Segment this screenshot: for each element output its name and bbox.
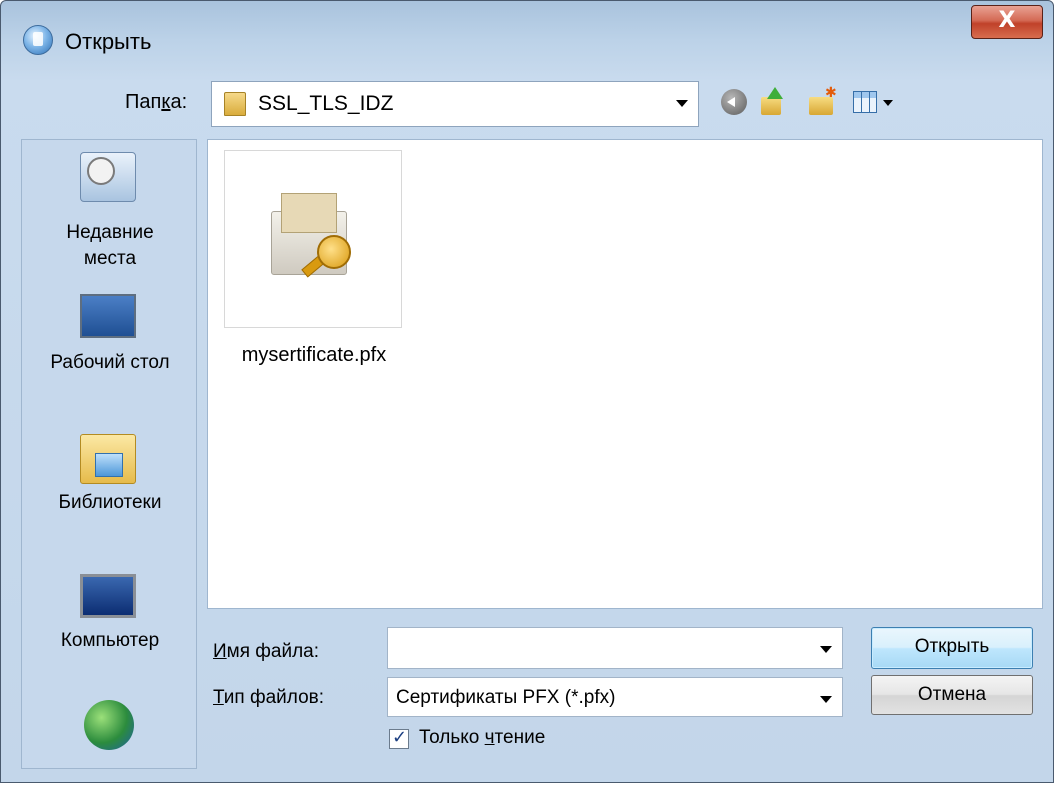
place-label: Рабочий стол: [50, 352, 170, 373]
recent-places-icon: [80, 152, 136, 202]
libraries-icon: [80, 434, 136, 484]
network-icon: [84, 700, 134, 750]
readonly-checkbox[interactable]: [389, 727, 409, 749]
chevron-down-icon[interactable]: [820, 696, 832, 703]
place-label: Библиотеки: [58, 492, 162, 513]
cancel-button[interactable]: Отмена: [871, 675, 1033, 715]
filename-input[interactable]: [387, 627, 843, 669]
chevron-down-icon[interactable]: [820, 646, 832, 653]
back-icon[interactable]: [721, 89, 747, 115]
dialog-app-icon: [23, 25, 53, 55]
current-folder-name: SSL_TLS_IDZ: [258, 92, 394, 115]
folder-combobox[interactable]: SSL_TLS_IDZ: [211, 81, 699, 127]
folder-icon: [224, 92, 246, 116]
desktop-icon: [80, 294, 136, 338]
file-list-view[interactable]: mysertificate.pfx: [207, 139, 1043, 609]
folder-label: Папка:: [125, 91, 188, 113]
computer-icon: [80, 574, 136, 618]
open-file-dialog: Открыть X Папка: SSL_TLS_IDZ Недавние ме…: [0, 0, 1054, 783]
file-thumbnail[interactable]: [224, 150, 402, 328]
view-grid-icon: [853, 91, 877, 113]
place-recent[interactable]: Недавние места: [22, 148, 196, 278]
chevron-down-icon: [883, 100, 893, 106]
places-bar: Недавние места Рабочий стол Библиотеки К…: [21, 139, 197, 769]
readonly-label[interactable]: Только чтение: [419, 727, 545, 749]
certificate-icon: [271, 191, 357, 283]
place-label: Компьютер: [60, 630, 160, 651]
open-button[interactable]: Открыть: [871, 627, 1033, 669]
place-desktop[interactable]: Рабочий стол: [22, 290, 196, 390]
place-network[interactable]: [22, 696, 196, 766]
filetype-value: Сертификаты PFX (*.pfx): [396, 687, 616, 708]
dialog-title: Открыть: [65, 29, 152, 54]
filetype-select[interactable]: Сертификаты PFX (*.pfx): [387, 677, 843, 717]
place-libraries[interactable]: Библиотеки: [22, 428, 196, 528]
view-menu-button[interactable]: [853, 87, 899, 117]
chevron-down-icon[interactable]: [676, 100, 688, 107]
filetype-label: Тип файлов:: [213, 687, 325, 708]
new-folder-icon[interactable]: [807, 85, 837, 117]
file-name[interactable]: mysertificate.pfx: [224, 344, 404, 367]
place-label: Недавние места: [66, 222, 154, 269]
filename-label: Имя файла:: [213, 641, 320, 662]
up-folder-icon[interactable]: [757, 87, 787, 117]
title-bar[interactable]: Открыть X: [1, 1, 1053, 79]
close-button[interactable]: X: [971, 5, 1043, 39]
place-computer[interactable]: Компьютер: [22, 568, 196, 668]
